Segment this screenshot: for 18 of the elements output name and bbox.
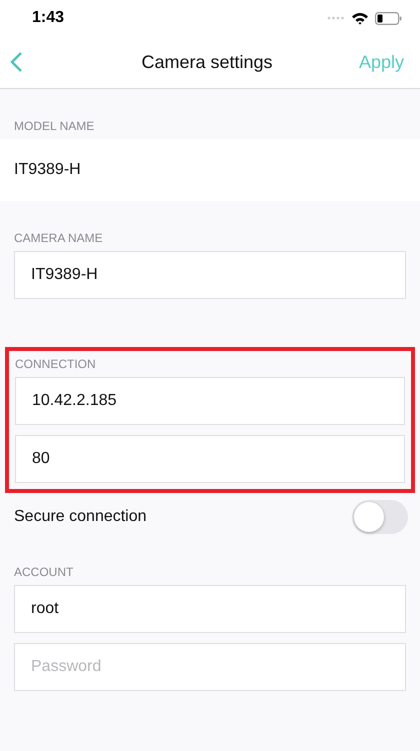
input-field[interactable]: 10.42.2.185 <box>15 377 405 425</box>
toggle-label: Secure connection <box>14 508 147 526</box>
signal-icon <box>327 16 345 20</box>
model-name-value: IT9389-H <box>14 161 81 179</box>
status-time: 1:43 <box>32 9 64 27</box>
input-field[interactable]: 80 <box>15 435 405 483</box>
section-label: MODEL NAME <box>13 119 96 133</box>
input-field[interactable]: Password <box>14 643 406 691</box>
section-label: CAMERA NAME <box>14 231 104 245</box>
input-field[interactable]: root <box>14 585 406 633</box>
screen-title: Camera settings <box>141 52 273 72</box>
battery-icon <box>375 12 402 24</box>
wifi-icon <box>351 12 369 24</box>
toggle-switch[interactable] <box>352 500 408 534</box>
chevron-left-icon <box>10 51 23 73</box>
input-field[interactable]: IT9389-H <box>14 251 406 299</box>
section-label: CONNECTION <box>15 357 97 371</box>
section-label: ACCOUNT <box>14 565 74 579</box>
